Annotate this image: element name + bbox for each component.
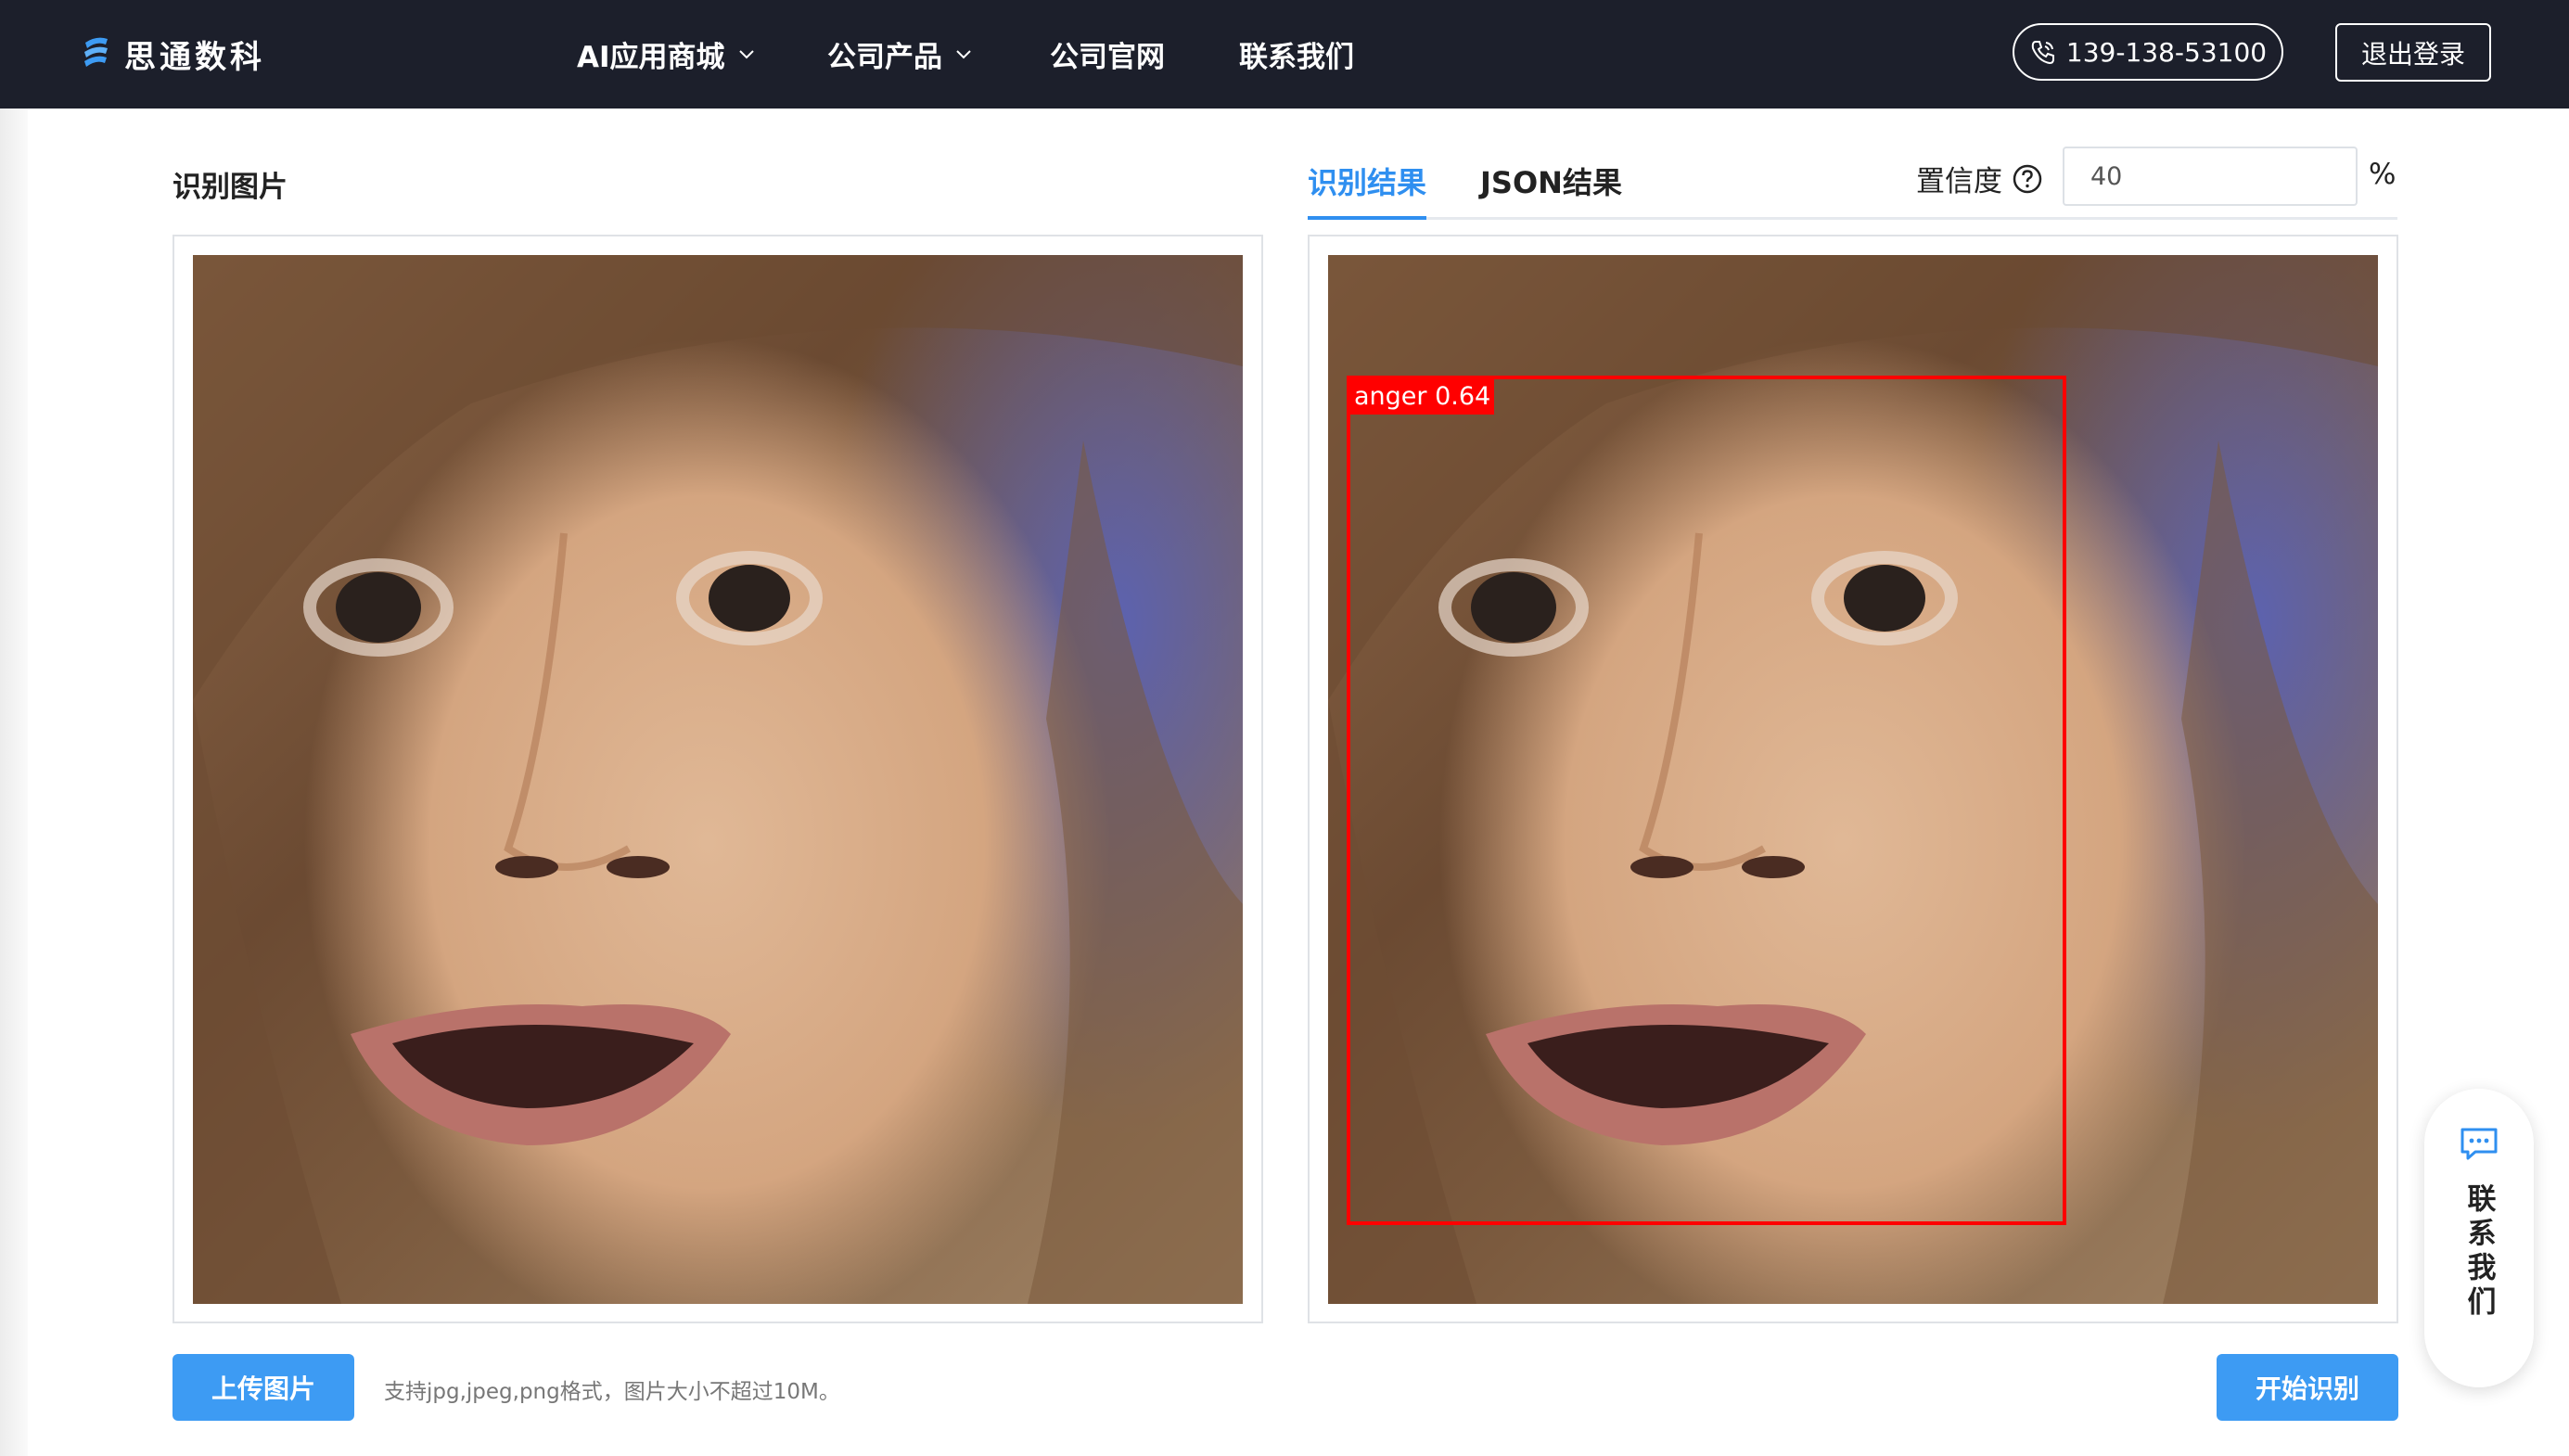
active-tab-indicator bbox=[1308, 216, 1426, 220]
nav-ai-store[interactable]: AI应用商城 bbox=[577, 28, 757, 80]
start-recognition-button[interactable]: 开始识别 bbox=[2217, 1354, 2398, 1421]
floating-contact-button[interactable]: 联系我们 bbox=[2424, 1089, 2534, 1387]
result-image-panel: anger 0.64 bbox=[1308, 235, 2398, 1323]
detection-label: anger 0.64 bbox=[1350, 379, 1495, 415]
phone-icon bbox=[2031, 41, 2054, 65]
tab-recognition-result-label: 识别结果 bbox=[1308, 165, 1427, 200]
logout-button[interactable]: 退出登录 bbox=[2335, 23, 2491, 82]
recognize-image-title: 识别图片 bbox=[173, 171, 288, 204]
source-image-panel bbox=[173, 235, 1263, 1323]
page-edge bbox=[0, 109, 28, 1456]
nav-official-site[interactable]: 公司官网 bbox=[1050, 28, 1165, 80]
nav-contact-label: 联系我们 bbox=[1239, 40, 1354, 74]
detection-box: anger 0.64 bbox=[1347, 376, 2066, 1225]
face-illustration bbox=[193, 255, 1243, 1304]
chat-icon bbox=[2460, 1128, 2498, 1160]
brand-logo-icon bbox=[84, 37, 108, 67]
help-icon[interactable] bbox=[2012, 163, 2043, 195]
nav-products[interactable]: 公司产品 bbox=[827, 28, 974, 80]
floating-contact-label: 联系我们 bbox=[2461, 1183, 2496, 1321]
top-navbar: 思通数科 AI应用商城 公司产品 公司官网 联系我们 139-138-53100… bbox=[0, 0, 2569, 109]
upload-image-button[interactable]: 上传图片 bbox=[173, 1354, 354, 1421]
nav-official-site-label: 公司官网 bbox=[1050, 40, 1165, 74]
result-face-photo: anger 0.64 bbox=[1328, 255, 2378, 1304]
tab-recognition-result[interactable]: 识别结果 bbox=[1308, 160, 1426, 202]
phone-button[interactable]: 139-138-53100 bbox=[2013, 23, 2283, 81]
upload-hint: 支持jpg,jpeg,png格式，图片大小不超过10M。 bbox=[384, 1380, 840, 1404]
brand-logo[interactable]: 思通数科 bbox=[82, 30, 265, 78]
nav-products-label: 公司产品 bbox=[827, 40, 942, 74]
confidence-label: 置信度 bbox=[1916, 158, 2043, 199]
source-face-photo bbox=[193, 255, 1243, 1304]
confidence-label-text: 置信度 bbox=[1916, 165, 2002, 198]
tab-json-result-label: JSON结果 bbox=[1480, 165, 1622, 200]
confidence-unit: % bbox=[2369, 158, 2396, 191]
chevron-down-icon bbox=[956, 50, 971, 59]
nav-ai-store-label: AI应用商城 bbox=[577, 40, 725, 74]
brand-name: 思通数科 bbox=[124, 38, 265, 76]
nav-contact[interactable]: 联系我们 bbox=[1239, 28, 1354, 80]
chevron-down-icon bbox=[738, 50, 754, 59]
phone-number: 139-138-53100 bbox=[2065, 36, 2268, 68]
tab-json-result[interactable]: JSON结果 bbox=[1480, 160, 1622, 202]
confidence-input[interactable] bbox=[2063, 147, 2358, 206]
